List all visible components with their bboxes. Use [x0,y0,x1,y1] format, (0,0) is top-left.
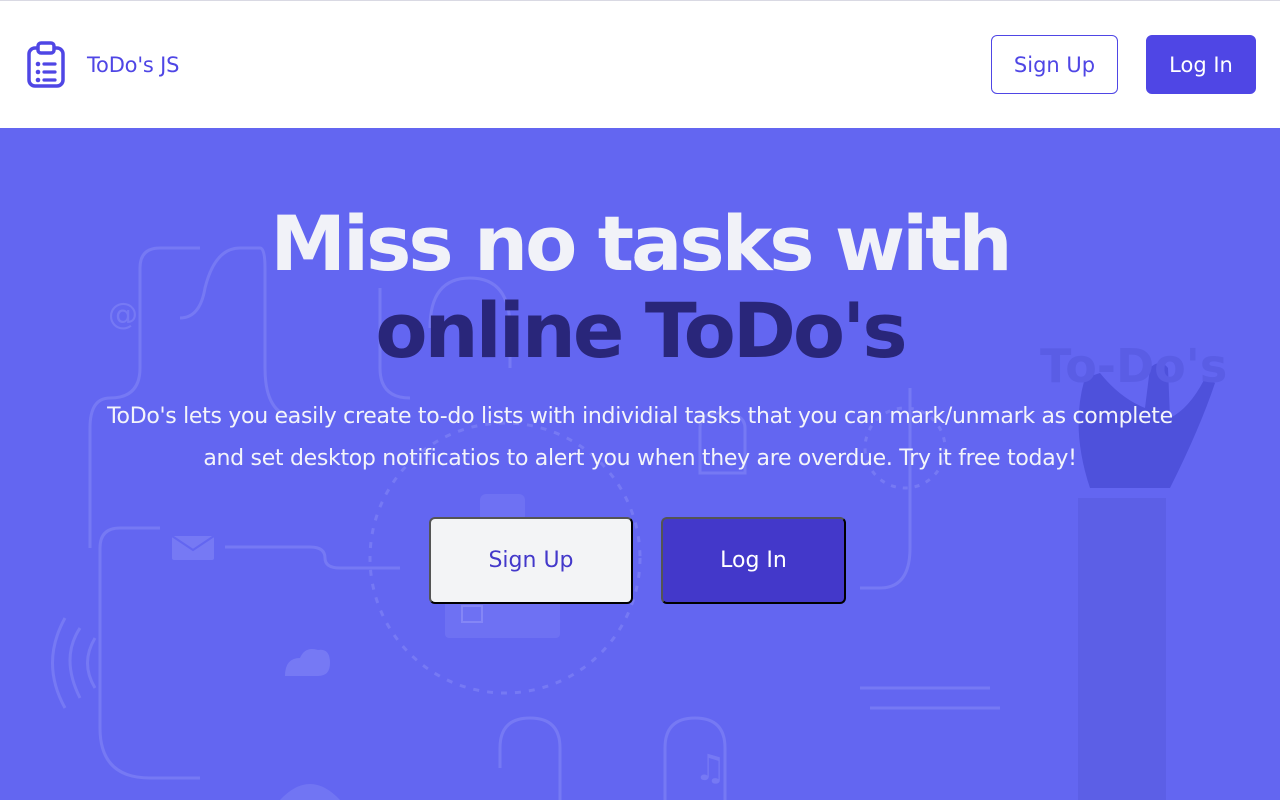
nav-login-button[interactable]: Log In [1146,35,1256,94]
headline-line-2: online ToDo's [375,286,907,375]
hero-description: ToDo's lets you easily create to-do list… [20,396,1260,480]
hero-section: @ ♫ To-Do's Miss no tasks with online To… [0,128,1280,800]
nav-signup-button[interactable]: Sign Up [991,35,1118,94]
description-line-1: ToDo's lets you easily create to-do list… [107,404,1173,429]
brand-name: ToDo's JS [87,53,180,77]
description-line-2: and set desktop notificatios to alert yo… [203,446,1077,471]
hero-signup-button[interactable]: Sign Up [429,517,633,604]
svg-text:♫: ♫ [694,748,726,789]
brand-logo[interactable]: ToDo's JS [26,41,179,89]
top-navbar: ToDo's JS Sign Up Log In [0,0,1280,128]
clipboard-list-icon [27,41,65,88]
hero-login-button[interactable]: Log In [661,517,846,604]
headline-line-1: Miss no tasks with [270,199,1012,288]
